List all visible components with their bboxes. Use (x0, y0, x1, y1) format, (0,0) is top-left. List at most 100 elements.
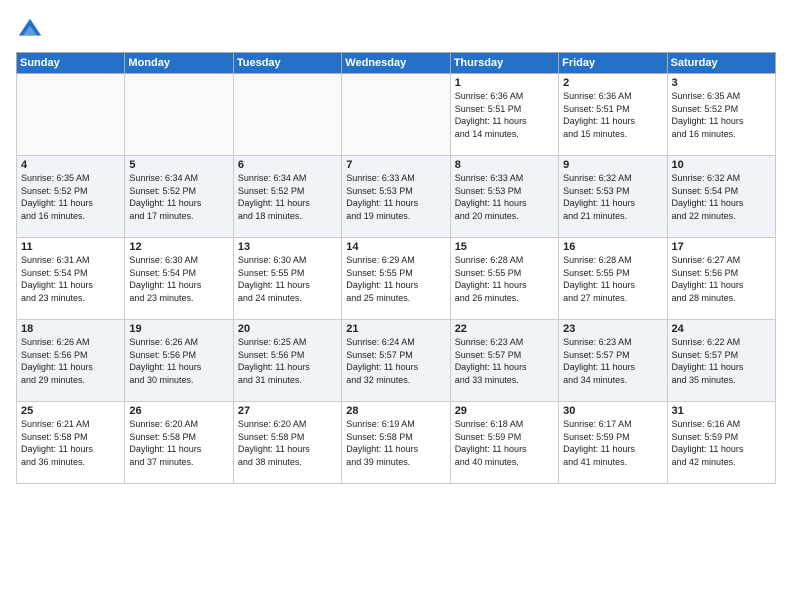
day-number: 31 (672, 405, 771, 417)
day-info: Sunrise: 6:25 AM Sunset: 5:56 PM Dayligh… (238, 336, 337, 386)
weekday-header-friday: Friday (559, 53, 667, 74)
day-info: Sunrise: 6:36 AM Sunset: 5:51 PM Dayligh… (455, 90, 554, 140)
calendar-cell: 6Sunrise: 6:34 AM Sunset: 5:52 PM Daylig… (233, 156, 341, 238)
weekday-header-tuesday: Tuesday (233, 53, 341, 74)
day-info: Sunrise: 6:24 AM Sunset: 5:57 PM Dayligh… (346, 336, 445, 386)
calendar-cell: 7Sunrise: 6:33 AM Sunset: 5:53 PM Daylig… (342, 156, 450, 238)
calendar-cell: 25Sunrise: 6:21 AM Sunset: 5:58 PM Dayli… (17, 402, 125, 484)
day-number: 14 (346, 241, 445, 253)
calendar-table: SundayMondayTuesdayWednesdayThursdayFrid… (16, 52, 776, 484)
day-info: Sunrise: 6:28 AM Sunset: 5:55 PM Dayligh… (563, 254, 662, 304)
day-number: 12 (129, 241, 228, 253)
calendar-cell (125, 74, 233, 156)
calendar-cell: 31Sunrise: 6:16 AM Sunset: 5:59 PM Dayli… (667, 402, 775, 484)
day-info: Sunrise: 6:29 AM Sunset: 5:55 PM Dayligh… (346, 254, 445, 304)
day-number: 15 (455, 241, 554, 253)
day-info: Sunrise: 6:32 AM Sunset: 5:54 PM Dayligh… (672, 172, 771, 222)
day-number: 9 (563, 159, 662, 171)
calendar-cell: 18Sunrise: 6:26 AM Sunset: 5:56 PM Dayli… (17, 320, 125, 402)
weekday-header-saturday: Saturday (667, 53, 775, 74)
calendar-cell: 26Sunrise: 6:20 AM Sunset: 5:58 PM Dayli… (125, 402, 233, 484)
day-info: Sunrise: 6:33 AM Sunset: 5:53 PM Dayligh… (455, 172, 554, 222)
logo (16, 16, 48, 44)
day-info: Sunrise: 6:27 AM Sunset: 5:56 PM Dayligh… (672, 254, 771, 304)
week-row-5: 25Sunrise: 6:21 AM Sunset: 5:58 PM Dayli… (17, 402, 776, 484)
day-number: 2 (563, 77, 662, 89)
header (16, 12, 776, 44)
day-info: Sunrise: 6:30 AM Sunset: 5:54 PM Dayligh… (129, 254, 228, 304)
calendar-cell: 16Sunrise: 6:28 AM Sunset: 5:55 PM Dayli… (559, 238, 667, 320)
day-number: 3 (672, 77, 771, 89)
calendar-cell: 22Sunrise: 6:23 AM Sunset: 5:57 PM Dayli… (450, 320, 558, 402)
weekday-header-monday: Monday (125, 53, 233, 74)
calendar-cell: 30Sunrise: 6:17 AM Sunset: 5:59 PM Dayli… (559, 402, 667, 484)
calendar-cell: 4Sunrise: 6:35 AM Sunset: 5:52 PM Daylig… (17, 156, 125, 238)
day-info: Sunrise: 6:16 AM Sunset: 5:59 PM Dayligh… (672, 418, 771, 468)
calendar-cell: 23Sunrise: 6:23 AM Sunset: 5:57 PM Dayli… (559, 320, 667, 402)
calendar-cell: 9Sunrise: 6:32 AM Sunset: 5:53 PM Daylig… (559, 156, 667, 238)
day-info: Sunrise: 6:20 AM Sunset: 5:58 PM Dayligh… (238, 418, 337, 468)
day-number: 6 (238, 159, 337, 171)
calendar-cell: 19Sunrise: 6:26 AM Sunset: 5:56 PM Dayli… (125, 320, 233, 402)
weekday-header-thursday: Thursday (450, 53, 558, 74)
day-number: 4 (21, 159, 120, 171)
day-number: 21 (346, 323, 445, 335)
day-number: 17 (672, 241, 771, 253)
day-info: Sunrise: 6:28 AM Sunset: 5:55 PM Dayligh… (455, 254, 554, 304)
week-row-2: 4Sunrise: 6:35 AM Sunset: 5:52 PM Daylig… (17, 156, 776, 238)
week-row-1: 1Sunrise: 6:36 AM Sunset: 5:51 PM Daylig… (17, 74, 776, 156)
calendar-cell: 14Sunrise: 6:29 AM Sunset: 5:55 PM Dayli… (342, 238, 450, 320)
day-info: Sunrise: 6:31 AM Sunset: 5:54 PM Dayligh… (21, 254, 120, 304)
day-info: Sunrise: 6:26 AM Sunset: 5:56 PM Dayligh… (129, 336, 228, 386)
day-info: Sunrise: 6:21 AM Sunset: 5:58 PM Dayligh… (21, 418, 120, 468)
weekday-header-sunday: Sunday (17, 53, 125, 74)
week-row-4: 18Sunrise: 6:26 AM Sunset: 5:56 PM Dayli… (17, 320, 776, 402)
day-number: 26 (129, 405, 228, 417)
day-number: 24 (672, 323, 771, 335)
day-number: 23 (563, 323, 662, 335)
calendar-cell: 17Sunrise: 6:27 AM Sunset: 5:56 PM Dayli… (667, 238, 775, 320)
calendar-cell (342, 74, 450, 156)
calendar-cell: 24Sunrise: 6:22 AM Sunset: 5:57 PM Dayli… (667, 320, 775, 402)
day-number: 16 (563, 241, 662, 253)
day-info: Sunrise: 6:17 AM Sunset: 5:59 PM Dayligh… (563, 418, 662, 468)
day-info: Sunrise: 6:36 AM Sunset: 5:51 PM Dayligh… (563, 90, 662, 140)
day-info: Sunrise: 6:30 AM Sunset: 5:55 PM Dayligh… (238, 254, 337, 304)
calendar-cell: 27Sunrise: 6:20 AM Sunset: 5:58 PM Dayli… (233, 402, 341, 484)
day-number: 11 (21, 241, 120, 253)
day-info: Sunrise: 6:34 AM Sunset: 5:52 PM Dayligh… (129, 172, 228, 222)
week-row-3: 11Sunrise: 6:31 AM Sunset: 5:54 PM Dayli… (17, 238, 776, 320)
day-info: Sunrise: 6:26 AM Sunset: 5:56 PM Dayligh… (21, 336, 120, 386)
day-number: 20 (238, 323, 337, 335)
day-number: 8 (455, 159, 554, 171)
day-info: Sunrise: 6:34 AM Sunset: 5:52 PM Dayligh… (238, 172, 337, 222)
day-info: Sunrise: 6:23 AM Sunset: 5:57 PM Dayligh… (563, 336, 662, 386)
day-info: Sunrise: 6:32 AM Sunset: 5:53 PM Dayligh… (563, 172, 662, 222)
day-number: 1 (455, 77, 554, 89)
day-number: 7 (346, 159, 445, 171)
day-info: Sunrise: 6:22 AM Sunset: 5:57 PM Dayligh… (672, 336, 771, 386)
logo-icon (16, 16, 44, 44)
day-number: 30 (563, 405, 662, 417)
calendar-cell: 15Sunrise: 6:28 AM Sunset: 5:55 PM Dayli… (450, 238, 558, 320)
calendar-cell: 10Sunrise: 6:32 AM Sunset: 5:54 PM Dayli… (667, 156, 775, 238)
day-info: Sunrise: 6:35 AM Sunset: 5:52 PM Dayligh… (21, 172, 120, 222)
day-info: Sunrise: 6:33 AM Sunset: 5:53 PM Dayligh… (346, 172, 445, 222)
day-number: 5 (129, 159, 228, 171)
calendar-cell (17, 74, 125, 156)
calendar-cell: 21Sunrise: 6:24 AM Sunset: 5:57 PM Dayli… (342, 320, 450, 402)
calendar-cell: 3Sunrise: 6:35 AM Sunset: 5:52 PM Daylig… (667, 74, 775, 156)
day-info: Sunrise: 6:18 AM Sunset: 5:59 PM Dayligh… (455, 418, 554, 468)
calendar-cell: 13Sunrise: 6:30 AM Sunset: 5:55 PM Dayli… (233, 238, 341, 320)
day-number: 29 (455, 405, 554, 417)
day-number: 13 (238, 241, 337, 253)
weekday-header-wednesday: Wednesday (342, 53, 450, 74)
calendar-cell: 12Sunrise: 6:30 AM Sunset: 5:54 PM Dayli… (125, 238, 233, 320)
calendar-cell: 5Sunrise: 6:34 AM Sunset: 5:52 PM Daylig… (125, 156, 233, 238)
calendar-cell: 20Sunrise: 6:25 AM Sunset: 5:56 PM Dayli… (233, 320, 341, 402)
calendar-cell: 8Sunrise: 6:33 AM Sunset: 5:53 PM Daylig… (450, 156, 558, 238)
day-info: Sunrise: 6:35 AM Sunset: 5:52 PM Dayligh… (672, 90, 771, 140)
day-number: 18 (21, 323, 120, 335)
weekday-header-row: SundayMondayTuesdayWednesdayThursdayFrid… (17, 53, 776, 74)
page: SundayMondayTuesdayWednesdayThursdayFrid… (0, 0, 792, 612)
